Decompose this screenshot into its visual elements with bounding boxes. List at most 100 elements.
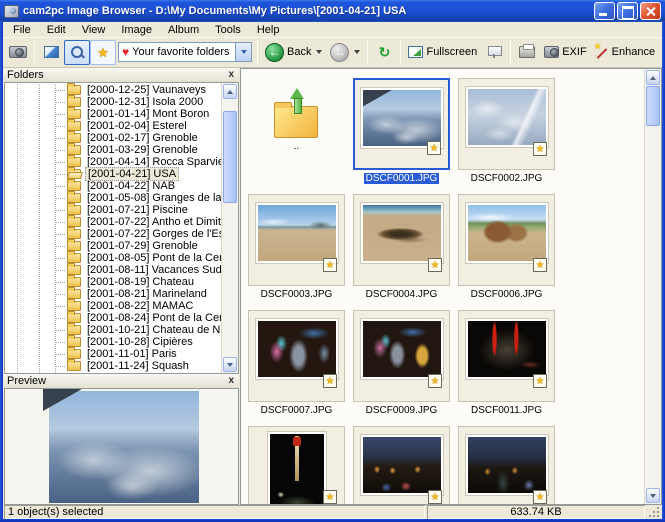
favorite-star-badge[interactable]: ★ [533,258,547,272]
menu-item-tools[interactable]: Tools [207,23,249,37]
tree-item[interactable]: [2001-11-01] Paris [5,348,221,360]
combo-dropdown-icon[interactable] [235,43,251,61]
fullscreen-button[interactable]: Fullscreen [404,40,481,65]
favorite-star-badge[interactable]: ★ [533,490,547,504]
maximize-button[interactable] [617,2,638,20]
tree-scrollbar[interactable] [221,83,238,373]
thumbnail-frame[interactable]: ★ [458,78,555,170]
favorite-star-badge[interactable]: ★ [323,258,337,272]
thumbnail-image[interactable] [268,432,326,505]
tree-item[interactable]: [2001-05-08] Granges de la Brasque [5,192,221,204]
menu-item-image[interactable]: Image [113,23,160,37]
thumbnail-frame[interactable]: ★ [458,310,555,402]
thumbs-scroll-up-icon[interactable] [646,70,660,85]
menu-item-edit[interactable]: Edit [39,23,74,37]
thumbnail-image[interactable] [361,88,443,148]
acquire-camera-button[interactable] [5,40,31,65]
thumbnail-frame[interactable]: ★ [353,78,450,170]
exif-button[interactable]: EXIF [540,40,590,65]
tree-item[interactable]: [2001-10-21] Chateau de Nice [5,324,221,336]
tree-item[interactable]: [2001-04-22] NAB [5,180,221,192]
tree-item[interactable]: [2000-12-31] Isola 2000 [5,96,221,108]
tree-item[interactable]: [2001-07-21] Piscine [5,204,221,216]
thumbnail-frame[interactable]: ★ [353,426,450,505]
thumbnail-item[interactable]: ★ [248,426,345,505]
thumbnail-image[interactable] [361,319,443,379]
tree-item[interactable]: [2001-10-28] Cipières [5,336,221,348]
thumbnail-image[interactable] [466,319,548,379]
tree-scroll-down-icon[interactable] [223,357,237,372]
tree-item[interactable]: [2001-08-22] MAMAC [5,300,221,312]
forward-button[interactable]: → [326,40,364,65]
thumbnail-item[interactable]: ★DSCF0006.JPG [458,194,555,300]
favorite-star-badge[interactable]: ★ [428,258,442,272]
tree-item[interactable]: [2001-08-19] Chateau [5,276,221,288]
favorite-star-badge[interactable]: ★ [323,490,337,504]
title-bar[interactable]: cam2pc Image Browser - D:\My Documents\M… [0,0,665,22]
resize-grip[interactable] [647,505,661,519]
enhance-button[interactable]: Enhance [591,40,659,65]
thumbnail-image[interactable] [466,87,548,147]
thumbnail-item[interactable]: ★DSCF0009.JPG [353,310,450,416]
favorite-star-badge[interactable]: ★ [323,374,337,388]
thumbnail-item[interactable]: ★DSCF0002.JPG [458,78,555,184]
thumbnail-frame[interactable]: ★ [353,310,450,402]
thumbnail-item[interactable]: ★DSCF0004.JPG [353,194,450,300]
thumbnail-image[interactable] [466,435,548,495]
forward-dropdown-icon[interactable] [354,50,360,54]
tree-item[interactable]: [2001-07-22] Antho et Dimitri [5,216,221,228]
minimize-button[interactable] [594,2,615,20]
favorites-button[interactable]: ★ [90,40,116,65]
preview-close-icon[interactable]: x [226,376,236,386]
tree-item[interactable]: [2001-03-29] Grenoble [5,144,221,156]
thumbs-scroll-down-icon[interactable] [646,488,660,503]
image-viewer-button[interactable] [38,40,64,65]
menu-item-album[interactable]: Album [160,23,207,37]
thumbnail-item[interactable]: ★ [353,426,450,505]
parent-folder-icon[interactable] [272,94,322,138]
thumbnail-frame[interactable]: ★ [248,194,345,286]
menu-item-help[interactable]: Help [249,23,288,37]
back-dropdown-icon[interactable] [316,50,322,54]
browse-mode-button[interactable] [64,40,90,65]
thumbnail-image[interactable] [361,435,443,495]
tree-item[interactable]: [2001-08-21] Marineland [5,288,221,300]
thumbnail-item[interactable]: ★DSCF0001.JPG [353,78,450,184]
folders-close-icon[interactable]: x [226,70,236,80]
menu-item-view[interactable]: View [74,23,114,37]
thumbnail-image[interactable] [256,203,338,263]
thumbnail-image[interactable] [466,203,548,263]
tree-item[interactable]: [2001-04-21] USA [5,168,221,180]
tree-scroll-thumb[interactable] [223,111,237,203]
refresh-button[interactable]: ↻ [371,40,397,65]
slideshow-button[interactable] [481,40,507,65]
tree-item[interactable]: [2001-08-11] Vacances Sud-Ouest [5,264,221,276]
favorite-star-badge[interactable]: ★ [533,374,547,388]
tree-item[interactable]: [2001-11-24] Squash [5,360,221,372]
tree-item[interactable]: [2001-07-22] Gorges de l'Esteron [5,228,221,240]
close-button[interactable] [640,2,661,20]
tree-item[interactable]: [2001-02-17] Grenoble [5,132,221,144]
thumbnail-item[interactable]: ★DSCF0011.JPG [458,310,555,416]
favorite-star-badge[interactable]: ★ [533,142,547,156]
tree-item[interactable]: [2001-08-05] Pont de la Cerise [5,252,221,264]
tree-item[interactable]: [2000-12-25] Vaunaveys [5,84,221,96]
menu-item-file[interactable]: File [5,23,39,37]
favorite-star-badge[interactable]: ★ [427,141,441,155]
tree-item[interactable]: [2001-07-29] Grenoble [5,240,221,252]
thumbnail-frame[interactable]: ★ [458,426,555,505]
thumbnail-frame[interactable]: ★ [248,426,345,505]
thumbnail-frame[interactable]: ★ [353,194,450,286]
parent-folder-item[interactable]: .. [248,78,345,184]
thumbnail-item[interactable]: ★DSCF0007.JPG [248,310,345,416]
thumbnail-scrollbar[interactable] [644,69,661,504]
thumbnail-frame[interactable]: ★ [248,310,345,402]
thumbnail-item[interactable]: ★DSCF0003.JPG [248,194,345,300]
print-button[interactable] [514,40,540,65]
thumbs-scroll-thumb[interactable] [646,86,660,126]
tree-item[interactable]: [2001-08-24] Pont de la Cerise [5,312,221,324]
thumbnail-image[interactable] [361,203,443,263]
tree-item[interactable]: [2001-01-14] Mont Boron [5,108,221,120]
thumbnail-item[interactable]: ★ [458,426,555,505]
favorite-folders-combo[interactable]: ♥ Your favorite folders [118,42,252,62]
